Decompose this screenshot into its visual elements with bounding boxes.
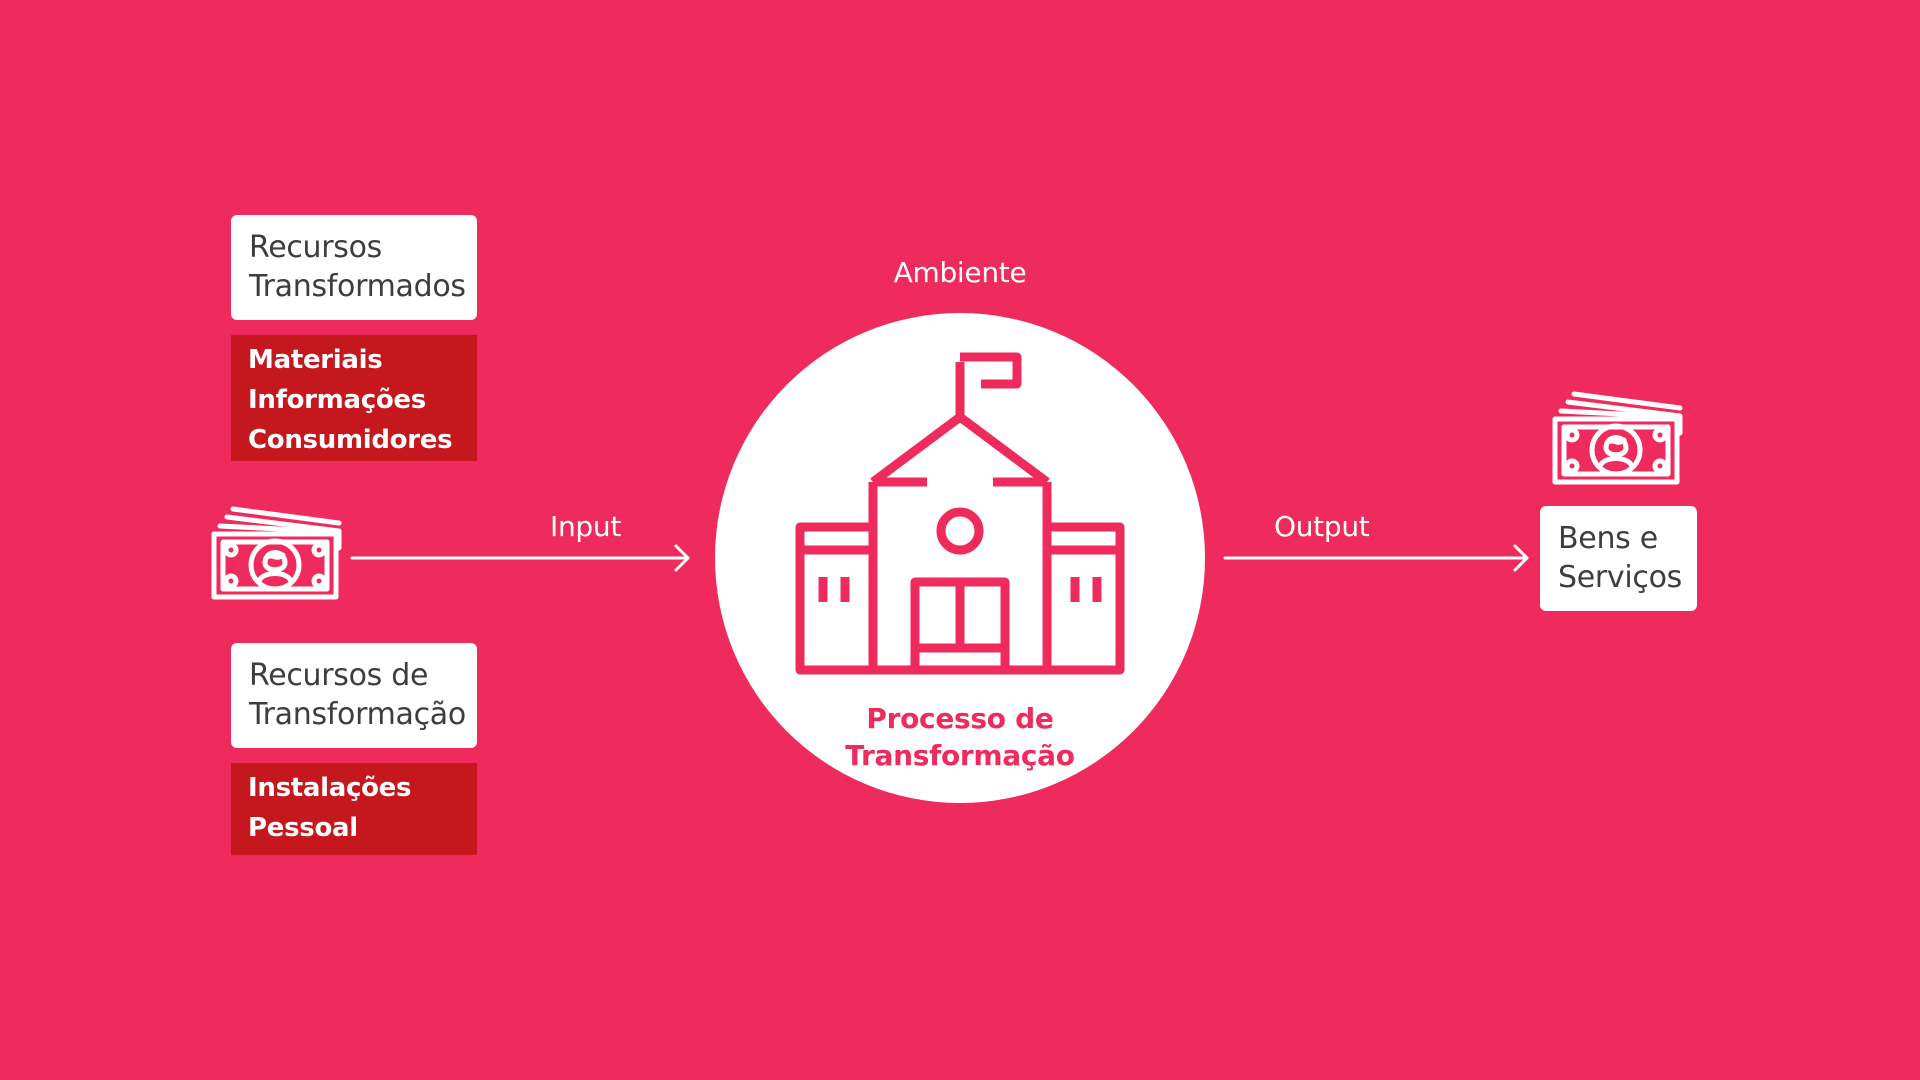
transformed-resources-items-box: Materiais Informações Consumidores (231, 335, 477, 461)
goods-and-services-line-1: Bens e (1558, 521, 1658, 556)
process-label-line-2: Transformação (845, 739, 1075, 772)
transformed-resources-title-line-1: Recursos (249, 230, 383, 265)
transforming-resources-title-box: Recursos de Transformação (231, 643, 477, 748)
environment-label: Ambiente (893, 256, 1027, 289)
input-arrow (350, 544, 690, 572)
output-label: Output (1274, 510, 1370, 543)
goods-and-services-line-2: Serviços (1558, 560, 1683, 595)
school-building-icon (795, 352, 1125, 675)
process-label: Processo de Transformação (715, 700, 1205, 774)
money-bills-icon (211, 506, 342, 600)
goods-and-services-box: Bens e Serviços (1540, 506, 1697, 611)
transformed-resources-title-line-2: Transformados (249, 269, 466, 304)
transforming-resources-items-box: Instalações Pessoal (231, 763, 477, 855)
transformed-resource-item: Informações (248, 385, 426, 415)
money-bills-icon (1552, 391, 1683, 485)
process-label-line-1: Processo de (866, 702, 1054, 735)
transforming-resources-title-line-2: Transformação (249, 697, 466, 732)
transformed-resource-item: Materiais (248, 345, 383, 375)
transforming-resource-item: Instalações (248, 773, 412, 803)
transformed-resources-title-box: Recursos Transformados (231, 215, 477, 320)
transforming-resource-item: Pessoal (248, 813, 358, 843)
output-arrow (1223, 544, 1529, 572)
input-label: Input (550, 510, 622, 543)
diagram-canvas: Recursos Transformados Materiais Informa… (0, 0, 1920, 1080)
transforming-resources-title-line-1: Recursos de (249, 658, 429, 693)
transformed-resource-item: Consumidores (248, 425, 453, 455)
